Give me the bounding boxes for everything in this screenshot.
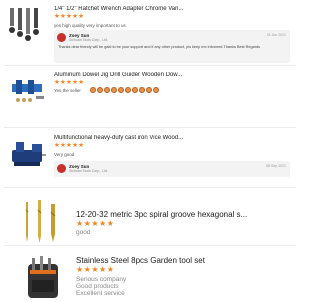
emoji-icon xyxy=(132,87,138,93)
product-thumbnail[interactable] xyxy=(18,254,68,302)
seller-shop: Sichuan Tools Corp., Ltd. xyxy=(69,38,109,42)
rating-stars: ★★★★★ xyxy=(76,219,115,228)
review-card: 12-20-32 metric 3pc spiral groove hexago… xyxy=(4,194,296,246)
reply-date: 08 Sep 2021 xyxy=(266,164,286,168)
product-thumbnail[interactable] xyxy=(18,196,68,246)
review-comment: Very good xyxy=(54,152,75,157)
emoji-icon xyxy=(125,87,131,93)
product-thumbnail[interactable] xyxy=(8,4,48,44)
review-comment: good xyxy=(76,229,91,236)
seller-shop: Sichuan Tools Corp., Ltd. xyxy=(69,169,109,173)
product-thumbnail[interactable] xyxy=(8,70,48,110)
emoji-icon xyxy=(111,87,117,93)
product-title[interactable]: Aluminum Dowel Jig Drill Guider Wooden D… xyxy=(54,72,290,78)
emoji-icon xyxy=(104,87,110,93)
emoji-icon xyxy=(139,87,145,93)
product-title[interactable]: 1/4" 1/2" Ratchet Wrench Adapter Chrome … xyxy=(54,6,290,12)
emoji-icon xyxy=(118,87,124,93)
rating-stars: ★★★★★ xyxy=(54,13,85,20)
rating-stars: ★★★★★ xyxy=(54,142,85,149)
seller-avatar xyxy=(57,33,66,42)
review-card: Stainless Steel 8pcs Garden tool set ★★★… xyxy=(4,250,296,302)
seller-reply: Zoey Sun Sichuan Tools Corp., Ltd. 01 Ju… xyxy=(54,30,290,63)
emoji-icon xyxy=(90,87,96,93)
emoji-icon xyxy=(153,87,159,93)
review-card: Aluminum Dowel Jig Drill Guider Wooden D… xyxy=(4,66,296,128)
reply-date: 01 Jun 2021 xyxy=(266,33,286,37)
review-card: 1/4" 1/2" Ratchet Wrench Adapter Chrome … xyxy=(4,2,296,66)
rating-stars: ★★★★★ xyxy=(54,79,85,86)
rating-stars: ★★★★★ xyxy=(76,265,115,274)
product-title[interactable]: 12-20-32 metric 3pc spiral groove hexago… xyxy=(76,210,247,219)
seller-avatar xyxy=(57,164,66,173)
product-thumbnail[interactable] xyxy=(8,134,48,174)
review-comment-line: Excellent service xyxy=(76,290,125,297)
emoji-icon xyxy=(97,87,103,93)
emoji-icon xyxy=(146,87,152,93)
product-title[interactable]: Stainless Steel 8pcs Garden tool set xyxy=(76,256,205,265)
product-title[interactable]: Multifunctional heavy-duty cast iron Vic… xyxy=(54,135,290,141)
review-card: Multifunctional heavy-duty cast iron Vic… xyxy=(4,128,296,188)
seller-reply: Zoey Sun Sichuan Tools Corp., Ltd. 08 Se… xyxy=(54,161,290,177)
reply-message: Thanks dear friendy will be gald to be y… xyxy=(58,45,260,49)
review-comment: yes high quality very important to us xyxy=(54,23,126,28)
emoji-reactions xyxy=(90,87,159,93)
